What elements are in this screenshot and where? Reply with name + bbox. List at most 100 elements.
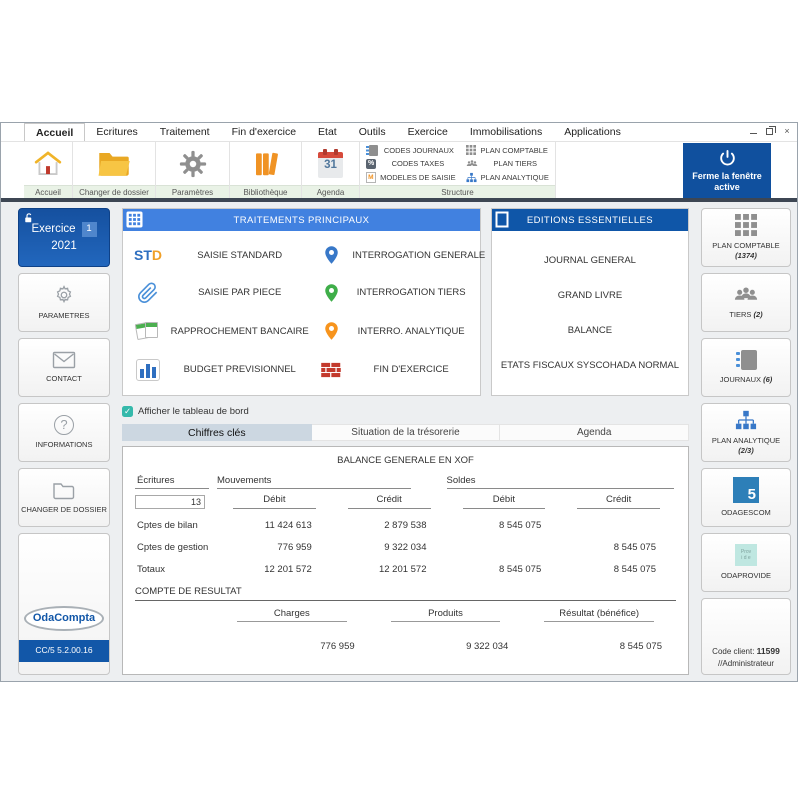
journal-icon — [741, 350, 757, 370]
sidebar-item-parametres[interactable]: PARAMETRES — [18, 273, 110, 332]
ribbon-group-agenda[interactable]: 31 Agenda — [302, 142, 360, 198]
ribbon-item-codes-journaux[interactable]: CODES JOURNAUX — [366, 145, 455, 156]
folder-outline-icon — [52, 481, 76, 500]
plan-comptable-count: (1374) — [735, 251, 757, 260]
sidebar-item-journaux[interactable]: JOURNAUX (6) — [701, 338, 791, 397]
dashboard-checkbox-row: ✓ Afficher le tableau de bord — [122, 404, 689, 418]
orgchart-icon — [734, 409, 758, 431]
action-fin-exercice[interactable]: FIN D'EXERCICE — [316, 351, 475, 390]
col-header-produits: Produits — [391, 608, 501, 622]
orgchart-icon — [466, 172, 477, 183]
calendar-icon: 31 — [318, 152, 343, 178]
col-header-solde-debit: Débit — [463, 494, 546, 509]
exercice-card[interactable]: Exercice 1 2021 — [18, 208, 110, 267]
action-interro-analytique[interactable]: INTERRO. ANALYTIQUE — [316, 312, 475, 351]
ecritures-count-input[interactable] — [135, 495, 205, 509]
paperclip-icon — [133, 282, 163, 304]
close-icon[interactable]: × — [782, 126, 792, 136]
map-pin-orange-icon — [316, 321, 346, 341]
ribbon-item-plan-analytique[interactable]: PLAN ANALYTIQUE — [466, 172, 549, 183]
dashboard-checkbox-label: Afficher le tableau de bord — [138, 406, 249, 417]
action-interrogation-generale[interactable]: INTERROGATION GENERALE — [316, 237, 475, 274]
action-saisie-par-piece[interactable]: SAISIE PAR PIECE — [133, 274, 316, 313]
sidebar-item-contact[interactable]: CONTACT — [18, 338, 110, 397]
template-icon: M — [366, 172, 376, 183]
exercice-badge: 1 — [82, 222, 97, 237]
journal-icon — [369, 145, 378, 156]
ribbon-group-accueil[interactable]: Accueil — [24, 142, 73, 198]
action-rapprochement-bancaire[interactable]: RAPPROCHEMENT BANCAIRE — [133, 312, 316, 351]
document-outline-icon — [495, 211, 509, 228]
menu-tab-etat[interactable]: Etat — [307, 123, 348, 141]
sidebar-item-changer-dossier[interactable]: CHANGER DE DOSSIER — [18, 468, 110, 527]
menu-tab-fin-exercice[interactable]: Fin d'exercice — [221, 123, 307, 141]
resultat-headers: Charges Produits Résultat (bénéfice) — [135, 608, 676, 622]
menu-bar: Accueil Ecritures Traitement Fin d'exerc… — [1, 123, 797, 141]
ribbon-item-modeles-saisie[interactable]: M MODELES DE SAISIE — [366, 172, 455, 183]
ribbon-group-bibliotheque[interactable]: Bibliothèque — [230, 142, 302, 198]
col-header-mvt-credit: Crédit — [348, 494, 431, 509]
grid-icon — [735, 214, 757, 236]
bar-chart-icon — [133, 359, 163, 381]
sidebar-item-odaprovide[interactable]: Prov i d e ODAPROVIDE — [701, 533, 791, 592]
tab-chiffres-cles[interactable]: Chiffres clés — [122, 424, 312, 441]
odagescom-icon: 5 — [733, 477, 759, 503]
sidebar-item-informations[interactable]: ? INFORMATIONS — [18, 403, 110, 462]
envelope-icon — [52, 351, 76, 369]
restore-icon[interactable] — [766, 128, 773, 135]
ribbon-group-changer-dossier[interactable]: Changer de dossier — [73, 142, 156, 198]
grid-icon — [466, 145, 476, 155]
col-header-solde-credit: Crédit — [577, 494, 660, 509]
menu-tab-applications[interactable]: Applications — [553, 123, 632, 141]
edition-etats-fiscaux[interactable]: ETATS FISCAUX SYSCOHADA NORMAL — [496, 360, 684, 371]
map-pin-blue-icon — [316, 245, 346, 265]
balance-column-headers: Débit Crédit Débit Crédit — [135, 494, 676, 509]
edition-journal-general[interactable]: JOURNAL GENERAL — [496, 255, 684, 266]
panel-header: TRAITEMENTS PRINCIPAUX — [123, 209, 480, 231]
sidebar-item-plan-analytique[interactable]: PLAN ANALYTIQUE (2/3) — [701, 403, 791, 462]
menu-tab-immobilisations[interactable]: Immobilisations — [459, 123, 553, 141]
menu-tab-accueil[interactable]: Accueil — [24, 123, 85, 141]
menu-tab-traitement[interactable]: Traitement — [149, 123, 221, 141]
panel-header: EDITIONS ESSENTIELLES — [492, 209, 688, 231]
percent-icon: % — [366, 159, 376, 169]
action-interrogation-tiers[interactable]: INTERROGATION TIERS — [316, 274, 475, 313]
menu-tab-ecritures[interactable]: Ecritures — [85, 123, 148, 141]
dashboard-checkbox[interactable]: ✓ — [122, 406, 133, 417]
sidebar-item-plan-comptable[interactable]: PLAN COMPTABLE (1374) — [701, 208, 791, 267]
panel-editions-essentielles: EDITIONS ESSENTIELLES JOURNAL GENERAL GR… — [491, 208, 689, 396]
balance-group-headers: Écritures Mouvements Soldes — [135, 475, 676, 489]
ribbon-item-codes-taxes[interactable]: % CODES TAXES — [366, 159, 455, 169]
sidebar-item-tiers[interactable]: TIERS (2) — [701, 273, 791, 332]
odacompta-logo: OdaCompta — [24, 606, 104, 631]
version-badge: CC/5 5.2.00.16 — [19, 640, 109, 662]
col-header-charges: Charges — [237, 608, 347, 622]
minimize-icon[interactable] — [750, 128, 757, 134]
ribbon-item-plan-tiers[interactable]: PLAN TIERS — [466, 159, 549, 169]
ribbon-group-parametres[interactable]: Paramètres — [156, 142, 230, 198]
tab-agenda[interactable]: Agenda — [500, 424, 689, 441]
ribbon-group-structure: CODES JOURNAUX PLAN COMPTABLE — [360, 142, 556, 198]
soldes-header: Soldes — [447, 475, 675, 489]
menu-tab-outils[interactable]: Outils — [348, 123, 397, 141]
tab-situation-tresorerie[interactable]: Situation de la trésorerie — [312, 424, 501, 441]
balance-title: BALANCE GENERALE EN XOF — [135, 455, 676, 466]
table-row: Cptes de bilan 11 424 613 2 879 538 8 54… — [135, 520, 676, 531]
action-saisie-standard[interactable]: STD SAISIE STANDARD — [133, 237, 316, 274]
balance-panel: BALANCE GENERALE EN XOF Écritures Mouvem… — [122, 446, 689, 675]
close-active-window-button[interactable]: Ferme la fenêtre active — [683, 143, 771, 198]
edition-balance[interactable]: BALANCE — [496, 325, 684, 336]
exercice-year: 2021 — [51, 239, 77, 254]
sidebar-item-odagescom[interactable]: 5 ODAGESCOM — [701, 468, 791, 527]
help-icon: ? — [54, 415, 74, 435]
dashboard-tabbar: Chiffres clés Situation de la trésorerie… — [122, 424, 689, 441]
ribbon-item-plan-comptable[interactable]: PLAN COMPTABLE — [466, 145, 549, 156]
gear-icon — [178, 149, 208, 179]
ribbon-group-label: Changer de dossier — [73, 185, 155, 198]
edition-grand-livre[interactable]: GRAND LIVRE — [496, 290, 684, 301]
menu-tab-exercice[interactable]: Exercice — [397, 123, 459, 141]
bricks-icon — [316, 362, 346, 378]
mouvements-header: Mouvements — [217, 475, 411, 489]
client-code-label: Code client: — [712, 647, 754, 656]
action-budget-previsionnel[interactable]: BUDGET PREVISIONNEL — [133, 351, 316, 390]
